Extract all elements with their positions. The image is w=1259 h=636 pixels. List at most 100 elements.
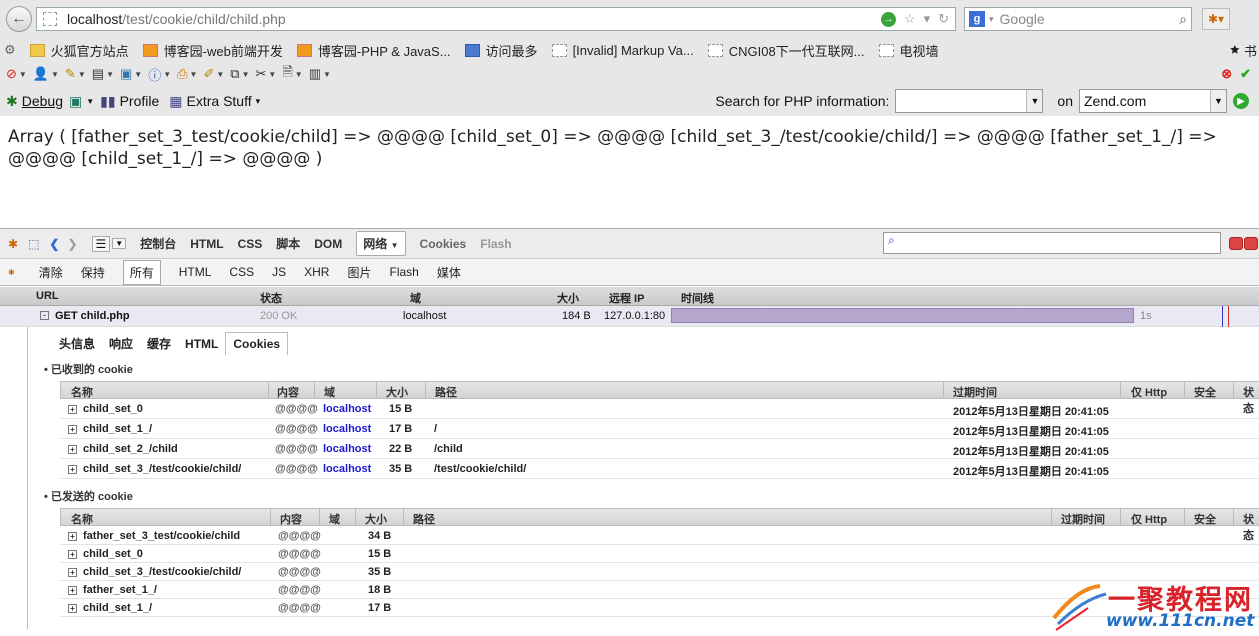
go-icon[interactable]: ▶: [1233, 93, 1249, 109]
expand-icon[interactable]: +: [68, 532, 77, 541]
col-secure[interactable]: 安全: [1194, 384, 1216, 400]
filter-flash[interactable]: Flash: [389, 265, 418, 279]
cookie-row[interactable]: + child_set_1_/ @@@@ localhost 17 B / 20…: [60, 420, 1259, 439]
expand-icon[interactable]: +: [68, 445, 77, 454]
expand-icon[interactable]: +: [68, 604, 77, 613]
extra-stuff-button[interactable]: ▦ Extra Stuff ▾: [169, 93, 260, 110]
user-button[interactable]: 👤 ▼: [33, 66, 59, 82]
col-httponly[interactable]: 仅 Http: [1131, 384, 1167, 400]
site-select[interactable]: Zend.com ▼: [1079, 89, 1227, 113]
cookie-row[interactable]: + father_set_3_test/cookie/child @@@@ 34…: [60, 527, 1259, 545]
view-source-button[interactable]: 🗎 ▼: [282, 63, 302, 85]
bookmark-item[interactable]: 火狐官方站点: [29, 41, 129, 60]
forward-icon[interactable]: ❯: [67, 237, 77, 251]
expand-icon[interactable]: +: [68, 586, 77, 595]
expand-icon[interactable]: +: [68, 465, 77, 474]
collapse-icon[interactable]: -: [40, 311, 49, 320]
check-icon[interactable]: ✔: [1240, 66, 1251, 82]
cookie-row[interactable]: + child_set_0 @@@@ localhost 15 B 2012年5…: [60, 400, 1259, 419]
disable-button[interactable]: ⊘ ▼: [6, 66, 27, 82]
images-button[interactable]: ▣ ▼: [120, 66, 142, 82]
tools-button[interactable]: ✂ ▼: [256, 66, 277, 82]
bookmark-item[interactable]: 访问最多: [464, 41, 538, 60]
cookie-row[interactable]: + child_set_3_/test/cookie/child/ @@@@ l…: [60, 460, 1259, 479]
php-search-input[interactable]: ▼: [895, 89, 1044, 113]
reload-icon[interactable]: ↻: [938, 11, 949, 27]
tab-net[interactable]: 网络 ▼: [356, 231, 406, 256]
tab-dom[interactable]: DOM: [314, 237, 342, 251]
filter-xhr[interactable]: XHR: [304, 265, 329, 279]
menu-dropdown-icon[interactable]: ▼: [112, 238, 127, 249]
settings-icon[interactable]: ⚙: [4, 42, 16, 58]
col-size[interactable]: 大小: [386, 384, 408, 400]
col-expires[interactable]: 过期时间: [1061, 511, 1105, 527]
resize-button[interactable]: ⧉ ▼: [230, 66, 249, 82]
bookmark-item[interactable]: 电视墙: [878, 41, 939, 60]
tab-detail-cookies[interactable]: Cookies: [225, 332, 289, 355]
col-domain[interactable]: 域: [329, 511, 340, 527]
back-icon[interactable]: ❮: [49, 237, 59, 251]
filter-css[interactable]: CSS: [229, 265, 254, 279]
col-value[interactable]: 内容: [280, 511, 302, 527]
firebug-addon-button[interactable]: ✱▾: [1202, 8, 1230, 30]
firebug-icon[interactable]: ✱: [8, 237, 18, 251]
tab-script[interactable]: 脚本: [276, 235, 300, 252]
filter-js[interactable]: JS: [272, 265, 286, 279]
filter-media[interactable]: 媒体: [437, 264, 461, 281]
col-name[interactable]: 名称: [71, 384, 93, 400]
dropdown-icon[interactable]: ▼: [1026, 90, 1043, 112]
cookie-row[interactable]: + child_set_0 @@@@ 15 B: [60, 545, 1259, 563]
tab-html[interactable]: HTML: [190, 237, 223, 251]
go-icon[interactable]: →: [880, 11, 896, 27]
xhr-icon[interactable]: ✱: [8, 268, 15, 277]
cookie-row[interactable]: + child_set_2_/child @@@@ localhost 22 B…: [60, 440, 1259, 459]
column-status[interactable]: 状态: [260, 290, 282, 306]
debug-button[interactable]: ✱ Debug: [6, 93, 63, 110]
miscellaneous-button[interactable]: ⎙ ▼: [177, 66, 197, 82]
error-icon[interactable]: ⊗: [1221, 66, 1232, 82]
column-remote-ip[interactable]: 远程 IP: [609, 290, 644, 306]
tab-css[interactable]: CSS: [238, 237, 263, 251]
inspect-icon[interactable]: ⬚: [28, 237, 39, 251]
col-size[interactable]: 大小: [365, 511, 387, 527]
expand-icon[interactable]: +: [68, 405, 77, 414]
outline-button[interactable]: ✐ ▼: [203, 66, 224, 82]
col-expires[interactable]: 过期时间: [953, 384, 997, 400]
bookmark-item[interactable]: [Invalid] Markup Va...: [551, 43, 694, 58]
minimize-button[interactable]: [1229, 237, 1243, 250]
column-timeline[interactable]: 时间线: [681, 290, 714, 306]
bookmarks-menu[interactable]: 🟊 书: [1230, 41, 1257, 60]
expand-icon[interactable]: +: [68, 550, 77, 559]
forms-button[interactable]: ▤ ▼: [92, 66, 114, 82]
tab-console[interactable]: 控制台: [140, 235, 176, 252]
col-path[interactable]: 路径: [435, 384, 457, 400]
tab-headers[interactable]: 头信息: [52, 331, 102, 356]
column-url[interactable]: URL: [36, 290, 59, 302]
firebug-search-input[interactable]: ⌕: [883, 232, 1221, 254]
bookmark-item[interactable]: CNGI08下一代互联网...: [707, 41, 865, 60]
profile-button[interactable]: ▮▮ Profile: [100, 93, 159, 110]
debug-options-button[interactable]: ▣ ▼: [69, 93, 94, 110]
star-icon[interactable]: ☆: [904, 11, 916, 27]
google-icon[interactable]: g: [969, 11, 985, 27]
filter-images[interactable]: 图片: [347, 264, 371, 281]
information-button[interactable]: ⓘ ▼: [148, 65, 171, 84]
col-secure[interactable]: 安全: [1194, 511, 1216, 527]
css-button[interactable]: ✎ ▼: [65, 66, 86, 82]
close-button[interactable]: [1244, 237, 1258, 250]
tab-flash[interactable]: Flash: [480, 237, 511, 251]
back-button[interactable]: ←: [6, 6, 32, 32]
col-domain[interactable]: 域: [324, 384, 335, 400]
filter-html[interactable]: HTML: [179, 265, 212, 279]
col-name[interactable]: 名称: [71, 511, 93, 527]
expand-icon[interactable]: +: [68, 568, 77, 577]
url-input[interactable]: localhost/test/cookie/child/child.php → …: [36, 7, 956, 31]
dropdown-icon[interactable]: ▾: [924, 11, 931, 27]
search-icon[interactable]: ⌕: [1179, 11, 1187, 28]
search-input[interactable]: g ▾ Google ⌕: [964, 7, 1192, 31]
options-button[interactable]: ▥ ▼: [309, 66, 331, 82]
dropdown-icon[interactable]: ▼: [1210, 90, 1226, 112]
bookmark-item[interactable]: 博客园-web前端开发: [142, 41, 283, 60]
col-httponly[interactable]: 仅 Http: [1131, 511, 1167, 527]
tab-response[interactable]: 响应: [102, 331, 140, 356]
